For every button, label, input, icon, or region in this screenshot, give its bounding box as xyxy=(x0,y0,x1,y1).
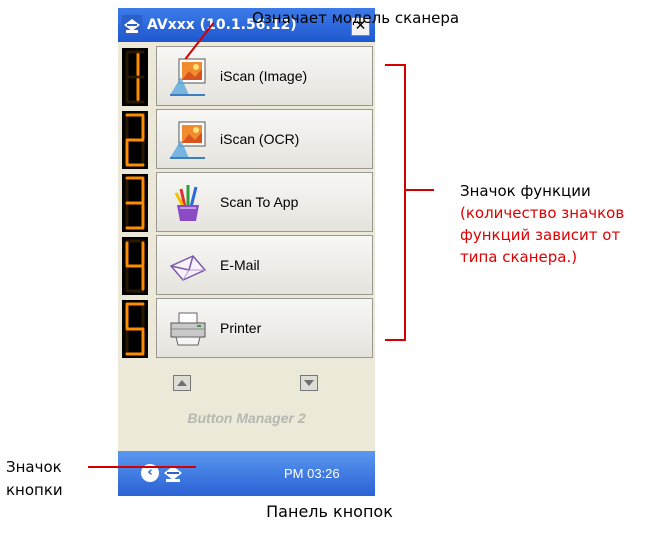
envelope-icon xyxy=(169,255,207,281)
bracket-pointer xyxy=(404,189,434,191)
button-label: iScan (Image) xyxy=(220,68,308,84)
function-icon-note: (количество значков функций зависит от т… xyxy=(460,204,625,266)
bracket-bottom xyxy=(385,339,406,341)
function-row: Scan To App xyxy=(118,172,375,234)
led-digit-2 xyxy=(122,111,148,169)
function-row: iScan (OCR) xyxy=(118,109,375,171)
scan-ocr-button[interactable]: iScan (OCR) xyxy=(156,109,373,169)
clock: PM 03:26 xyxy=(284,466,340,481)
brush-cup-icon xyxy=(174,185,199,221)
button-panel-window: AVxxx (10.1.56.12) ✕ iScan (Image) iScan… xyxy=(118,8,375,496)
scan-ocr-icon xyxy=(170,121,206,159)
button-label: Scan To App xyxy=(220,194,299,210)
printer-button[interactable]: Printer xyxy=(156,298,373,358)
bracket-vertical xyxy=(404,64,406,341)
button-icon-annotation: Значок кнопки xyxy=(6,458,63,499)
function-row: E-Mail xyxy=(118,235,375,297)
model-annotation: Означает модель сканера xyxy=(252,9,460,27)
product-name: Button Manager 2 xyxy=(187,410,306,426)
email-button[interactable]: E-Mail xyxy=(156,235,373,295)
button-label: Printer xyxy=(220,320,262,336)
scanner-app-icon xyxy=(122,15,142,35)
function-row: Printer xyxy=(118,298,375,360)
led-digit-5 xyxy=(122,300,148,358)
scan-image-icon xyxy=(170,58,206,96)
bracket-top xyxy=(385,64,406,66)
button-icon-pointer-line xyxy=(88,466,196,468)
button-label: iScan (OCR) xyxy=(220,131,300,147)
function-icon-annotation: Значок функции (количество значков функц… xyxy=(460,180,655,268)
function-icon-label: Значок функции xyxy=(460,182,591,200)
led-digit-4 xyxy=(122,237,148,295)
button-label: E-Mail xyxy=(220,257,260,273)
scan-to-app-button[interactable]: Scan To App xyxy=(156,172,373,232)
led-digit-1 xyxy=(122,48,148,106)
led-digit-3 xyxy=(122,174,148,232)
taskbar: ‹ PM 03:26 xyxy=(118,451,375,496)
scroll-down-icon[interactable] xyxy=(300,375,318,391)
printer-icon xyxy=(170,312,206,346)
scroll-up-icon[interactable] xyxy=(173,375,191,391)
figure-caption: Панель кнопок xyxy=(266,502,393,521)
function-row: iScan (Image) xyxy=(118,46,375,108)
